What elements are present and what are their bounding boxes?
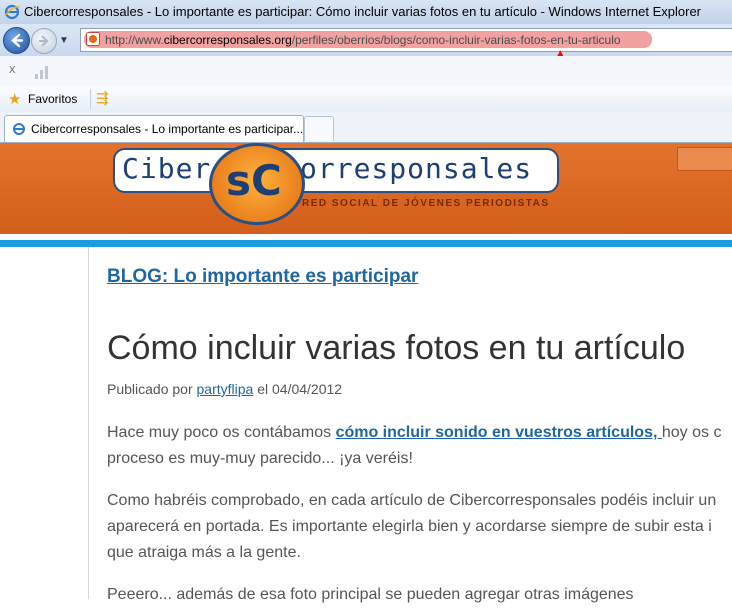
paragraph-1-line-1: Hace muy poco os contábamos cómo incluir… — [107, 420, 721, 446]
ie-tab-icon — [13, 123, 25, 135]
forward-button[interactable] — [31, 28, 57, 54]
favorites-bar — [0, 86, 732, 113]
signal-bars-icon — [35, 66, 48, 79]
paragraph-2-line-1: Como habréis comprobado, en cada artícul… — [107, 492, 717, 509]
favorites-button[interactable]: Favoritos — [28, 92, 77, 106]
meta-date: el 04/04/2012 — [253, 381, 343, 397]
stop-icon[interactable]: x — [9, 61, 16, 76]
toolbar-divider — [90, 89, 91, 109]
p1-text-start: Hace muy poco os contábamos — [107, 424, 336, 441]
logo-emblem: sC — [209, 143, 305, 225]
url-prefix: http://www. — [105, 33, 164, 47]
url-path: /perfiles/oberrios/blogs/como-incluir-va… — [291, 33, 621, 47]
paragraph-1-line-2: proceso es muy-muy parecido... ¡ya veréi… — [107, 450, 413, 467]
add-to-favorites-icon[interactable]: ⇶ — [96, 89, 109, 107]
paragraph-2-line-2: aparecerá en portada. Es importante eleg… — [107, 518, 712, 535]
window-title: Cibercorresponsales - Lo importante es p… — [24, 4, 702, 19]
meta-prefix: Publicado por — [107, 381, 197, 397]
logo-emblem-letters: sC — [226, 156, 282, 205]
title-bar: Cibercorresponsales - Lo importante es p… — [0, 0, 732, 24]
header-side-box — [677, 147, 732, 171]
address-bar[interactable]: http://www.cibercorresponsales.org/perfi… — [80, 28, 732, 52]
paragraph-3-line-1: Peeero... además de esa foto principal s… — [107, 586, 634, 603]
logo-text-corresponsales: orresponsales — [300, 152, 533, 185]
back-button[interactable] — [3, 27, 30, 54]
forward-arrow-icon — [39, 35, 49, 47]
sound-article-link[interactable]: cómo incluir sonido en vuestros artículo… — [336, 424, 662, 441]
recent-pages-dropdown-icon[interactable]: ▼ — [59, 35, 69, 46]
paragraph-2-line-3: que atraiga más a la gente. — [107, 544, 301, 561]
command-row — [0, 56, 732, 86]
tab-label: Cibercorresponsales - Lo importante es p… — [31, 122, 304, 136]
author-link[interactable]: partyflipa — [197, 381, 254, 397]
back-arrow-icon — [11, 33, 24, 48]
favorites-star-icon[interactable]: ★ — [8, 90, 21, 108]
left-sidebar — [0, 247, 89, 599]
url-text[interactable]: http://www.cibercorresponsales.org/perfi… — [105, 33, 621, 47]
ie-logo-icon — [4, 4, 20, 20]
blog-link[interactable]: BLOG: Lo importante es participar — [107, 266, 418, 288]
p1-text-end: hoy os c — [661, 424, 722, 441]
logo-tagline: RED SOCIAL DE JÓVENES PERIODISTAS — [302, 198, 550, 209]
url-domain: cibercorresponsales.org — [163, 33, 292, 47]
header-accent-line — [0, 240, 732, 247]
logo-text-ciber: Ciber — [122, 152, 212, 185]
article-title: Cómo incluir varias fotos en tu artículo — [107, 329, 686, 367]
page-favicon-icon — [86, 32, 100, 46]
new-tab-button[interactable] — [304, 116, 334, 141]
tab-active[interactable]: Cibercorresponsales - Lo importante es p… — [4, 115, 304, 142]
article-meta: Publicado por partyflipa el 04/04/2012 — [107, 381, 342, 397]
